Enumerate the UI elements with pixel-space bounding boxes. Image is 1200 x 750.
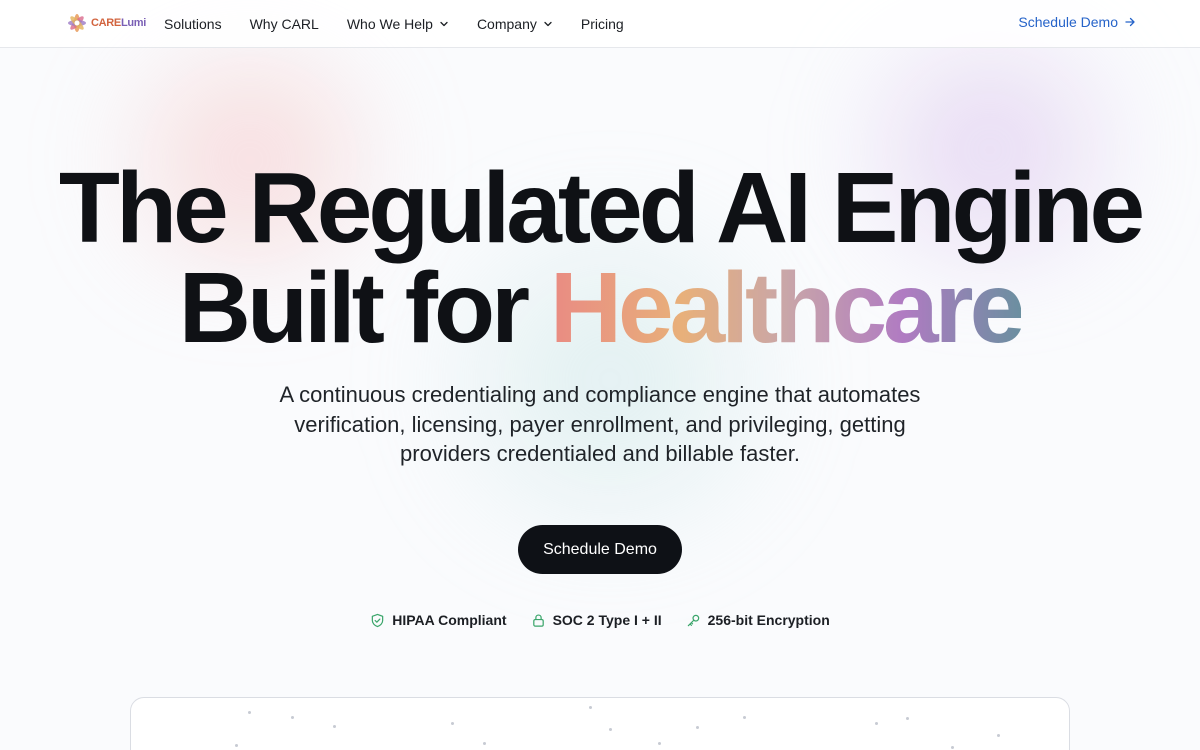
shield-check-icon [371, 613, 384, 627]
nav-links: Solutions Why CARL Who We Help Company P… [164, 0, 652, 48]
nav-item-why-carl[interactable]: Why CARL [250, 16, 319, 32]
carelumi-logo[interactable]: CARELumi [64, 10, 146, 36]
decorative-dot [875, 722, 878, 725]
badge-label: SOC 2 Type I + II [552, 612, 662, 628]
nav-item-label: Who We Help [346, 16, 433, 32]
decorative-dot [743, 716, 746, 719]
schedule-demo-button[interactable]: Schedule Demo [518, 525, 682, 574]
logo-text-care: CARE [91, 17, 121, 29]
decorative-dot [333, 725, 336, 728]
hero-subtitle: A continuous credentialing and complianc… [279, 382, 921, 466]
flower-logo-icon [68, 14, 86, 32]
decorative-dot [589, 706, 592, 709]
decorative-dot [906, 717, 909, 720]
decorative-dot [951, 746, 954, 749]
hero-title-line-1: The Regulated AI Engine [58, 152, 1145, 264]
hero-title: The Regulated AI Engine Built for Health… [0, 158, 1200, 358]
nav-item-company[interactable]: Company [477, 16, 553, 32]
compliance-badges: HIPAA Compliant SOC 2 Type I + II 256-bi… [0, 612, 1200, 628]
decorative-dot [696, 726, 699, 729]
nav-item-label: Company [476, 16, 537, 32]
chevron-down-icon [544, 21, 552, 27]
chevron-down-icon [440, 21, 448, 27]
decorative-dot [451, 722, 454, 725]
hero-title-line-2: Built for Healthcare [0, 258, 1200, 358]
nav-item-solutions[interactable]: Solutions [164, 16, 222, 32]
nav-schedule-demo-link[interactable]: Schedule Demo [1018, 14, 1136, 30]
nav-cta-label: Schedule Demo [1018, 14, 1118, 30]
badge-label: HIPAA Compliant [392, 612, 507, 628]
top-nav: CARELumi Solutions Why CARL Who We Help … [0, 0, 1200, 48]
key-icon [687, 614, 699, 626]
decorative-dot [483, 742, 486, 745]
logo-text-lumi: Lumi [120, 17, 147, 29]
lock-icon [532, 613, 544, 627]
decorative-dot [658, 742, 661, 745]
decorative-dot [248, 711, 251, 714]
nav-item-label: Pricing [580, 16, 624, 32]
nav-item-label: Why CARL [249, 16, 319, 32]
decorative-dot [235, 744, 238, 747]
badge-label: 256-bit Encryption [707, 612, 830, 628]
badge-soc2: SOC 2 Type I + II [531, 612, 662, 628]
nav-item-pricing[interactable]: Pricing [581, 16, 624, 32]
arrow-right-icon [1125, 17, 1135, 27]
badge-encryption: 256-bit Encryption [686, 612, 830, 628]
hero-title-prefix: Built for [178, 252, 550, 364]
nav-item-label: Solutions [164, 16, 222, 32]
badge-hipaa: HIPAA Compliant [370, 612, 507, 628]
decorative-dot [997, 734, 1000, 737]
hero-title-highlight: Healthcare [549, 252, 1025, 364]
decorative-dot [609, 728, 612, 731]
product-preview-card [130, 697, 1070, 750]
decorative-dot [291, 716, 294, 719]
logo-wordmark: CARELumi [91, 17, 146, 29]
nav-item-who-we-help[interactable]: Who We Help [347, 16, 449, 32]
